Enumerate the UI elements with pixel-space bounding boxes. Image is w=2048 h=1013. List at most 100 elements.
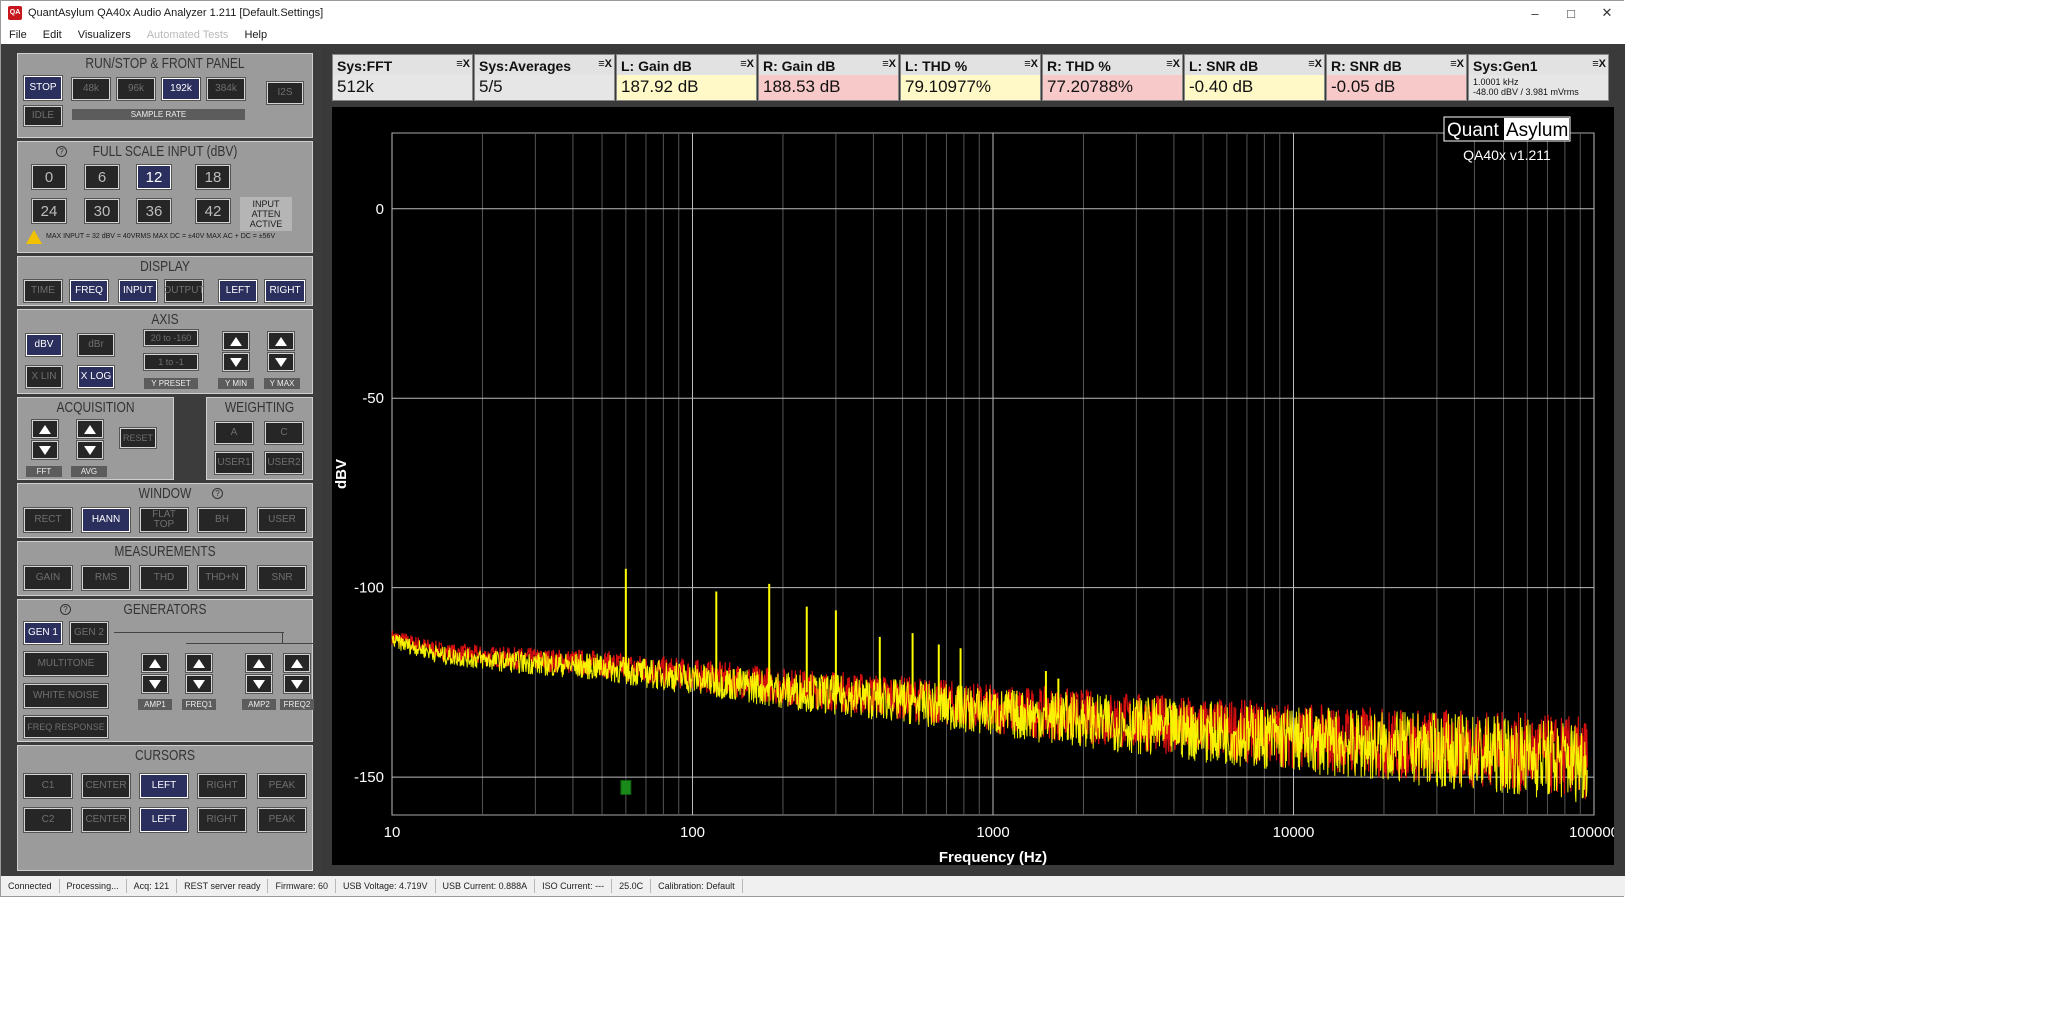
thd-button[interactable]: THD <box>139 565 189 591</box>
measurement-menu-close-icon[interactable]: ≡X <box>456 58 470 70</box>
measurement-menu-close-icon[interactable]: ≡X <box>1592 58 1606 70</box>
right-channel-button[interactable]: RIGHT <box>264 279 306 303</box>
idle-button[interactable]: IDLE <box>23 105 63 127</box>
thd-n-button[interactable]: THD+N <box>197 565 247 591</box>
x-log-button[interactable]: X LOG <box>77 365 115 389</box>
stop-button[interactable]: STOP <box>23 75 63 101</box>
y-max-down-button[interactable] <box>267 352 295 372</box>
close-button[interactable]: ✕ <box>1589 1 1625 25</box>
c2-center-button[interactable]: CENTER <box>81 807 131 833</box>
amp2-up-button[interactable] <box>245 653 273 673</box>
amp1-down-button[interactable] <box>141 674 169 694</box>
measurement-menu-close-icon[interactable]: ≡X <box>882 58 896 70</box>
output-button[interactable]: OUTPUT <box>163 279 205 303</box>
rate-384k-button[interactable]: 384k <box>206 77 246 101</box>
rate-96k-button[interactable]: 96k <box>116 77 156 101</box>
y-min-up-button[interactable] <box>222 331 250 351</box>
c2-peak-button[interactable]: PEAK <box>257 807 307 833</box>
weighting-c-button[interactable]: C <box>264 421 304 445</box>
rect-window-button[interactable]: RECT <box>23 507 73 533</box>
amp1-up-button[interactable] <box>141 653 169 673</box>
measurement-menu-close-icon[interactable]: ≡X <box>1166 58 1180 70</box>
freq-button[interactable]: FREQ <box>69 279 109 303</box>
reset-button[interactable]: RESET <box>119 427 157 449</box>
measurement-menu-close-icon[interactable]: ≡X <box>1450 58 1464 70</box>
measurement-menu-close-icon[interactable]: ≡X <box>740 58 754 70</box>
fsi-42-button[interactable]: 42 <box>195 198 231 224</box>
rate-192k-button[interactable]: 192k <box>161 77 201 101</box>
freq2-down-button[interactable] <box>283 674 311 694</box>
multitone-button[interactable]: MULTITONE <box>23 651 109 677</box>
maximize-button[interactable]: □ <box>1553 1 1589 25</box>
fsi-0-button[interactable]: 0 <box>31 164 67 190</box>
input-button[interactable]: INPUT <box>118 279 158 303</box>
user2-button[interactable]: USER2 <box>264 451 304 475</box>
gain-button[interactable]: GAIN <box>23 565 73 591</box>
dbv-button[interactable]: dBV <box>25 333 63 357</box>
c1-center-button[interactable]: CENTER <box>81 773 131 799</box>
c2-left-button[interactable]: LEFT <box>139 807 189 833</box>
measurement-tile[interactable]: R: THD % ≡X 77.20788% <box>1042 54 1183 101</box>
amp2-down-button[interactable] <box>245 674 273 694</box>
c1-right-button[interactable]: RIGHT <box>197 773 247 799</box>
measurement-tile[interactable]: Sys:Gen1 ≡X 1.0001 kHz -48.00 dBV / 3.981 m… <box>1468 54 1609 101</box>
fsi-24-button[interactable]: 24 <box>31 198 67 224</box>
freq-response-button[interactable]: FREQ RESPONSE <box>23 715 109 739</box>
fsi-36-button[interactable]: 36 <box>136 198 172 224</box>
fft-up-button[interactable] <box>31 419 59 439</box>
white-noise-button[interactable]: WHITE NOISE <box>23 683 109 709</box>
fsi-12-button[interactable]: 12 <box>136 164 172 190</box>
measurement-tile[interactable]: L: Gain dB ≡X 187.92 dB <box>616 54 757 101</box>
menu-help[interactable]: Help <box>236 29 275 41</box>
user-window-button[interactable]: USER <box>257 507 307 533</box>
measurement-tile[interactable]: L: THD % ≡X 79.10977% <box>900 54 1041 101</box>
avg-up-button[interactable] <box>76 419 104 439</box>
c1-button[interactable]: C1 <box>23 773 73 799</box>
hann-window-button[interactable]: HANN <box>81 507 131 533</box>
menu-edit[interactable]: Edit <box>35 29 70 41</box>
help-icon[interactable]: ? <box>212 488 223 499</box>
measurement-tile[interactable]: R: Gain dB ≡X 188.53 dB <box>758 54 899 101</box>
measurement-menu-close-icon[interactable]: ≡X <box>1308 58 1322 70</box>
c2-right-button[interactable]: RIGHT <box>197 807 247 833</box>
bh-window-button[interactable]: BH <box>197 507 247 533</box>
gen1-button[interactable]: GEN 1 <box>23 621 63 645</box>
snr-button[interactable]: SNR <box>257 565 307 591</box>
measurement-menu-close-icon[interactable]: ≡X <box>598 58 612 70</box>
preset-1-to-1-button[interactable]: 1 to -1 <box>143 353 199 371</box>
measurement-menu-close-icon[interactable]: ≡X <box>1024 58 1038 70</box>
weighting-a-button[interactable]: A <box>214 421 254 445</box>
y-min-down-button[interactable] <box>222 352 250 372</box>
menu-file[interactable]: File <box>1 29 35 41</box>
dbr-button[interactable]: dBr <box>77 333 115 357</box>
measurement-tile[interactable]: L: SNR dB ≡X -0.40 dB <box>1184 54 1325 101</box>
fsi-6-button[interactable]: 6 <box>84 164 120 190</box>
fsi-18-button[interactable]: 18 <box>195 164 231 190</box>
rate-48k-button[interactable]: 48k <box>71 77 111 101</box>
fsi-30-button[interactable]: 30 <box>84 198 120 224</box>
flat-top-window-button[interactable]: FLAT TOP <box>139 507 189 533</box>
fft-down-button[interactable] <box>31 440 59 460</box>
c1-left-button[interactable]: LEFT <box>139 773 189 799</box>
freq1-up-button[interactable] <box>185 653 213 673</box>
y-max-up-button[interactable] <box>267 331 295 351</box>
measurement-tile[interactable]: Sys:FFT ≡X 512k <box>332 54 473 101</box>
spectrum-plot[interactable]: 10 100 1000 10000 100000 0 -50 -100 -150 Frequenc… <box>332 107 1619 866</box>
measurement-tile[interactable]: R: SNR dB ≡X -0.05 dB <box>1326 54 1467 101</box>
i2s-button[interactable]: I2S <box>266 81 304 105</box>
menu-visualizers[interactable]: Visualizers <box>70 29 139 41</box>
avg-down-button[interactable] <box>76 440 104 460</box>
rms-button[interactable]: RMS <box>81 565 131 591</box>
x-lin-button[interactable]: X LIN <box>25 365 63 389</box>
freq1-down-button[interactable] <box>185 674 213 694</box>
measurement-tile[interactable]: Sys:Averages ≡X 5/5 <box>474 54 615 101</box>
menu-automated-tests[interactable]: Automated Tests <box>139 29 237 41</box>
freq2-up-button[interactable] <box>283 653 311 673</box>
c2-button[interactable]: C2 <box>23 807 73 833</box>
user1-button[interactable]: USER1 <box>214 451 254 475</box>
c1-peak-button[interactable]: PEAK <box>257 773 307 799</box>
preset-20-to-160-button[interactable]: 20 to -160 <box>143 329 199 347</box>
minimize-button[interactable]: – <box>1517 1 1553 25</box>
left-channel-button[interactable]: LEFT <box>218 279 258 303</box>
gen2-button[interactable]: GEN 2 <box>69 621 109 645</box>
